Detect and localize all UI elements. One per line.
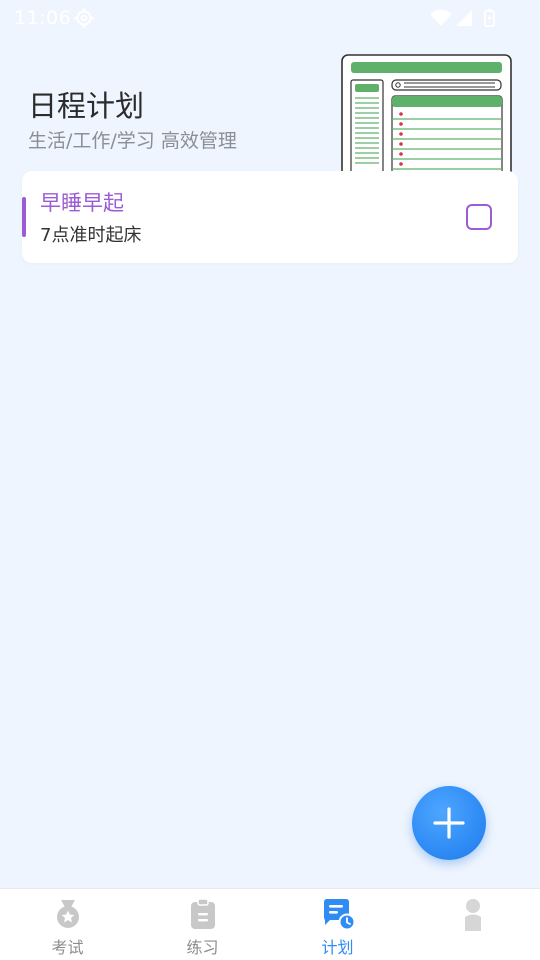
clipboard-icon xyxy=(190,898,215,929)
app-screen: 11:06 日程计划 生活/工作/学习 高效管理 早睡早起 7点准时起床 考试 … xyxy=(0,0,540,960)
add-task-button[interactable] xyxy=(412,786,486,860)
plus-icon xyxy=(433,807,465,839)
task-description: 7点准时起床 xyxy=(40,225,142,246)
nav-label-plan: 计划 xyxy=(321,938,354,957)
nav-item-practice[interactable]: 练习 xyxy=(135,889,270,960)
nav-label-practice: 练习 xyxy=(186,938,219,957)
task-title: 早睡早起 xyxy=(40,191,124,215)
nav-item-plan[interactable]: 计划 xyxy=(270,889,405,960)
status-bar: 11:06 xyxy=(0,0,540,36)
medal-icon xyxy=(56,900,79,928)
nav-item-profile[interactable] xyxy=(405,889,540,960)
settings-gear-icon xyxy=(74,8,94,28)
nav-item-exam[interactable]: 考试 xyxy=(0,889,135,960)
wifi-icon xyxy=(430,9,452,26)
schedule-illustration xyxy=(341,54,512,172)
task-complete-checkbox[interactable] xyxy=(466,204,492,230)
page-subtitle: 生活/工作/学习 高效管理 xyxy=(28,130,237,152)
status-time: 11:06 xyxy=(14,7,72,29)
person-icon xyxy=(464,899,481,931)
signal-icon xyxy=(456,10,472,26)
nav-label-exam: 考试 xyxy=(51,938,84,957)
status-icons xyxy=(430,8,495,27)
bottom-nav: 考试 练习 计划 xyxy=(0,888,540,960)
task-accent-bar xyxy=(22,197,26,237)
task-card[interactable]: 早睡早起 7点准时起床 xyxy=(22,171,518,263)
schedule-icon xyxy=(323,899,355,931)
page-title: 日程计划 xyxy=(28,89,145,123)
